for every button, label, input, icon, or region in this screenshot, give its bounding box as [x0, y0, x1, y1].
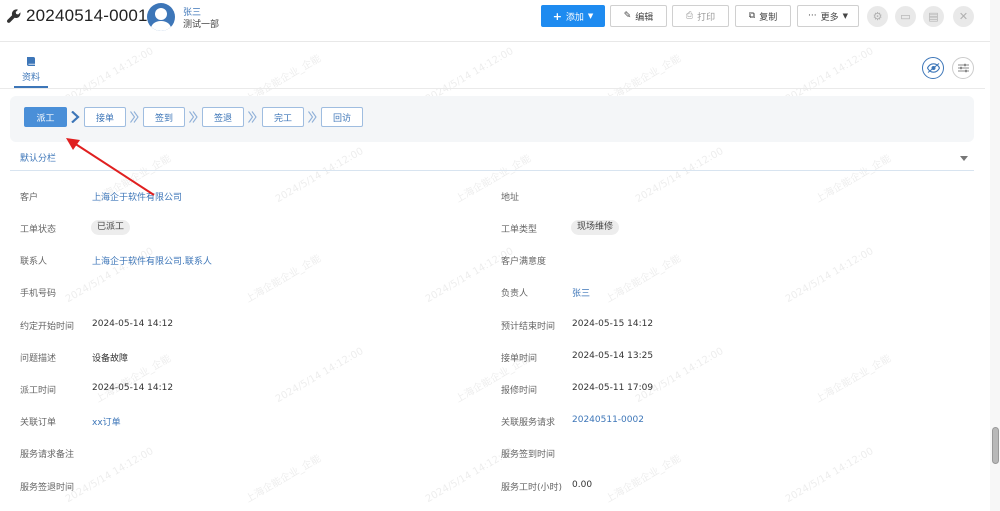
annotation-arrow: [66, 138, 155, 196]
scrollbar-thumb[interactable]: [992, 427, 999, 464]
